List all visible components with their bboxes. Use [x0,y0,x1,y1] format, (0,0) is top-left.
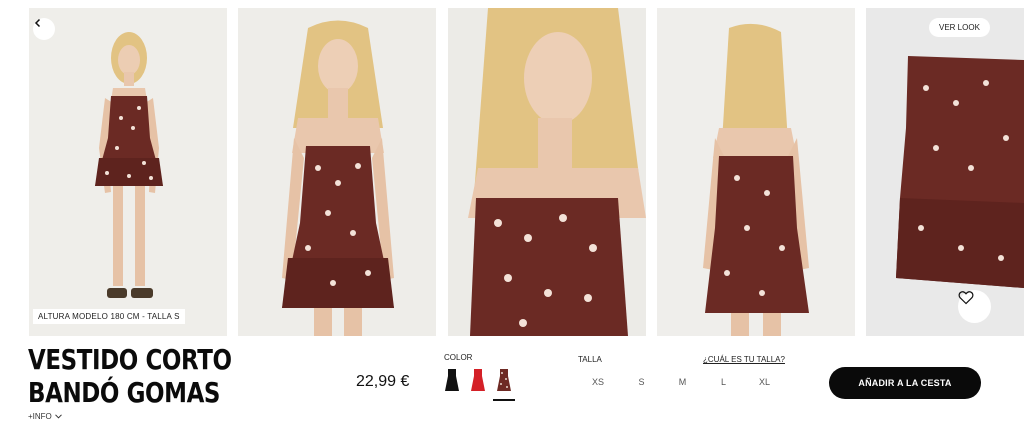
size-option-xs[interactable]: XS [580,377,621,387]
chevron-down-icon [54,414,62,419]
product-title: VESTIDO CORTO BANDÓ GOMAS [28,343,232,409]
product-photo-back[interactable] [657,8,855,336]
color-swatch-floral-burgundy[interactable] [493,367,515,401]
back-button[interactable] [33,18,55,40]
info-link-label: +INFO [28,412,52,421]
product-photo-front[interactable] [238,8,436,336]
product-title-line1: VESTIDO CORTO [28,343,232,376]
size-guide-link[interactable]: ¿CUÁL ES TU TALLA? [703,355,785,364]
favorite-button[interactable] [958,290,991,323]
heart-icon [958,291,974,305]
size-options: XS S M L XL [580,377,785,387]
size-option-m[interactable]: M [662,377,703,387]
size-option-s[interactable]: S [621,377,662,387]
product-photo-flat[interactable]: VER LOOK [866,8,1024,336]
product-title-line2: BANDÓ GOMAS [28,376,221,409]
dress-floral-icon [497,369,511,391]
model-size-caption: ALTURA MODELO 180 CM - TALLA S [33,309,185,324]
ver-look-button[interactable]: VER LOOK [929,18,990,37]
color-swatch-red[interactable] [468,367,488,397]
product-gallery: ALTURA MODELO 180 CM - TALLA S VER LOOK [29,8,1024,336]
color-swatch-black[interactable] [442,367,462,397]
size-label: TALLA [578,355,602,364]
product-photo-closeup[interactable] [448,8,646,336]
chevron-left-icon [34,18,41,28]
add-to-cart-button[interactable]: AÑADIR A LA CESTA [829,367,981,399]
color-swatches [442,367,515,401]
color-label: COLOR [444,353,473,362]
dress-black-icon [445,369,459,391]
info-link[interactable]: +INFO [28,412,62,421]
product-price: 22,99 € [356,373,410,390]
size-option-xl[interactable]: XL [744,377,785,387]
dress-red-icon [471,369,485,391]
product-photo-full-body[interactable]: ALTURA MODELO 180 CM - TALLA S [29,8,227,336]
size-option-l[interactable]: L [703,377,744,387]
